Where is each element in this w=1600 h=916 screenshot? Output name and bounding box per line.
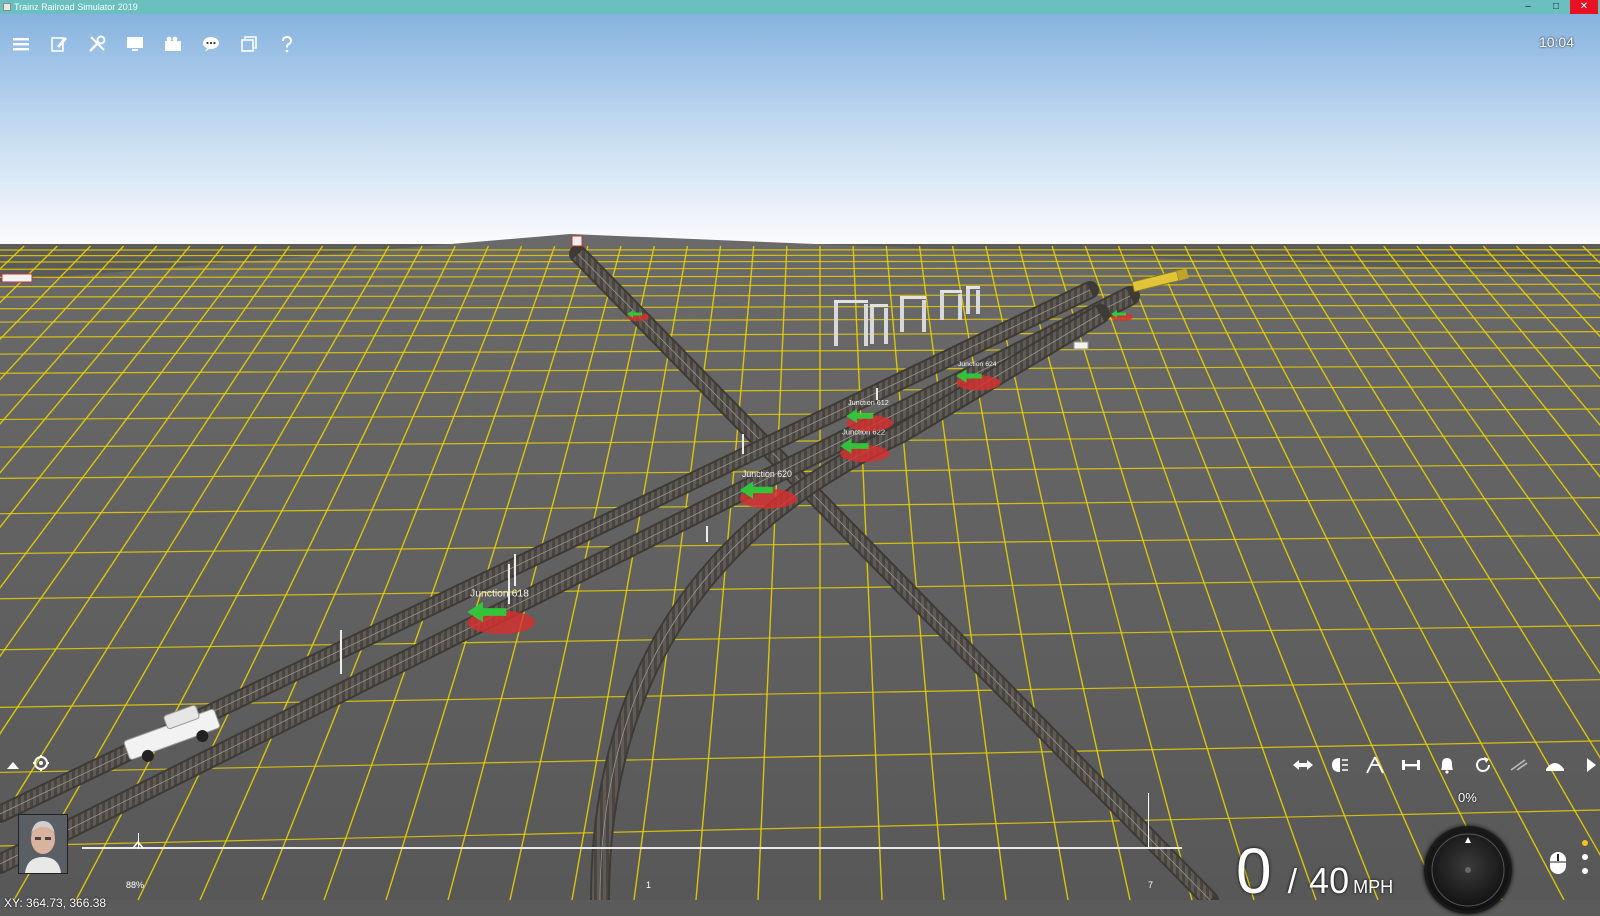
junction-label: Junction 618 — [470, 588, 529, 599]
side-menu-dots[interactable] — [1582, 840, 1588, 882]
gantry-post — [870, 304, 874, 344]
gantry-post — [834, 300, 838, 346]
gantry-post — [922, 300, 926, 332]
chat-bubble-icon[interactable] — [198, 32, 224, 56]
collapse-up-icon[interactable] — [6, 757, 20, 775]
left-controls — [6, 754, 50, 777]
gantry-beam — [966, 286, 980, 289]
mouse-control-icon[interactable] — [1548, 850, 1568, 876]
small-car — [1074, 342, 1088, 349]
menu-dot — [1582, 868, 1588, 874]
speed-limit: 40 — [1309, 860, 1349, 901]
hamburger-menu-icon[interactable] — [8, 32, 34, 56]
pencil-icon[interactable] — [46, 32, 72, 56]
gantry-post — [958, 294, 962, 320]
signal-post — [340, 630, 342, 674]
timeline-end-tick — [1148, 793, 1149, 849]
monitor-icon[interactable] — [122, 32, 148, 56]
menu-dot — [1582, 854, 1588, 860]
app-icon — [3, 3, 11, 11]
junction-label: Junction 620 — [742, 469, 792, 479]
alert-dot — [1582, 840, 1588, 846]
tools-icon[interactable] — [84, 32, 110, 56]
distant-train — [2, 274, 32, 282]
throttle-percent: 0% — [1458, 790, 1477, 805]
gantry-beam — [834, 300, 868, 303]
window-title: Trainz Railroad Simulator 2019 — [14, 0, 138, 14]
gantry-beam — [870, 304, 888, 307]
pantograph-icon[interactable] — [1362, 754, 1388, 776]
cab-icon[interactable] — [1542, 754, 1568, 776]
timeline-marker-icon[interactable] — [132, 841, 144, 849]
gantry-beam — [900, 296, 926, 299]
junction-label: Junction 612 — [848, 398, 889, 407]
gantry-post — [864, 304, 868, 346]
signal-post — [742, 434, 744, 454]
driver-hud-controls — [1290, 754, 1600, 776]
timeline-mid-label: 1 — [646, 880, 651, 890]
coupler-icon[interactable] — [1398, 754, 1424, 776]
world-viewport[interactable]: Junction 618Junction 620Junction 622Junc… — [0, 14, 1600, 900]
signal-post — [514, 554, 516, 586]
timeline-right-label: 7 — [1148, 880, 1153, 890]
bell-icon[interactable] — [1434, 754, 1460, 776]
gantry-post — [976, 290, 980, 314]
timeline-left-label: 88% — [126, 880, 144, 890]
camera-icon[interactable] — [160, 32, 186, 56]
speedometer: 0 / 40MPH — [1236, 834, 1393, 908]
speed-separator: / — [1288, 863, 1297, 901]
distant-locomotive — [572, 236, 582, 246]
maximize-button[interactable]: □ — [1542, 0, 1570, 14]
minimize-button[interactable]: – — [1514, 0, 1542, 14]
main-toolbar — [8, 32, 300, 56]
zoom-settings-icon[interactable] — [32, 754, 50, 777]
junction-label: Junction 624 — [958, 361, 997, 368]
windows-icon[interactable] — [236, 32, 262, 56]
coordinates-readout: XY: 364.73, 366.38 — [4, 896, 106, 910]
session-timeline[interactable] — [82, 847, 1182, 849]
gantry-post — [900, 296, 904, 332]
next-icon[interactable] — [1578, 754, 1600, 776]
current-speed: 0 — [1236, 835, 1272, 907]
direction-toggle-icon[interactable] — [1290, 754, 1316, 776]
close-button[interactable]: ✕ — [1570, 0, 1598, 14]
driver-avatar[interactable] — [18, 814, 68, 874]
grid-line — [0, 261, 1600, 262]
horn-icon[interactable] — [1506, 754, 1532, 776]
gantry-post — [884, 308, 888, 344]
window-titlebar: Trainz Railroad Simulator 2019 – □ ✕ — [0, 0, 1600, 14]
reverse-icon[interactable] — [1470, 754, 1496, 776]
speed-unit: MPH — [1353, 877, 1393, 897]
gantry-beam — [940, 290, 962, 293]
headlight-icon[interactable] — [1326, 754, 1352, 776]
throttle-dial[interactable] — [1424, 826, 1512, 914]
help-icon[interactable] — [274, 32, 300, 56]
grid-line — [0, 255, 1600, 256]
gantry-post — [966, 286, 970, 314]
clock: 10:04 — [1539, 34, 1574, 50]
gantry-post — [940, 290, 944, 320]
signal-post — [706, 526, 708, 542]
